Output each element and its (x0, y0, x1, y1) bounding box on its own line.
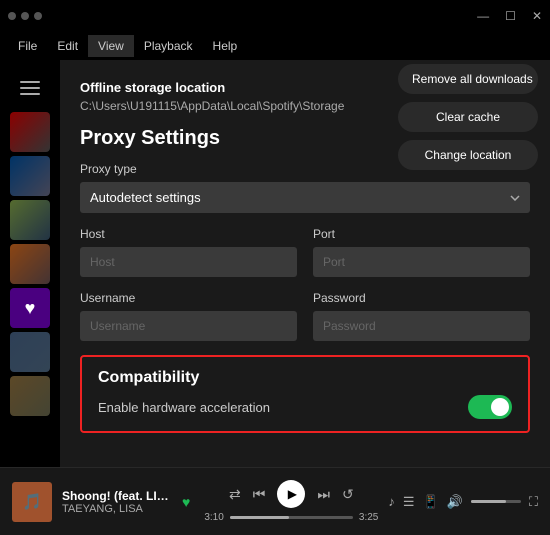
sidebar-album-4[interactable] (10, 244, 50, 284)
sidebar: ♥ (0, 60, 60, 467)
sidebar-album-6[interactable] (10, 376, 50, 416)
progress-bar[interactable] (230, 516, 353, 519)
progress-fill (230, 516, 289, 519)
lyrics-icon[interactable]: ♪ (388, 494, 395, 509)
fullscreen-icon[interactable]: ⛶ (529, 494, 538, 510)
player-title: Shoong! (feat. LISA of Bl... (62, 489, 172, 503)
titlebar-controls: — ☐ ✕ (477, 9, 542, 23)
progress-bar-wrap: 3:10 3:25 (204, 512, 378, 523)
prev-button[interactable]: ⏮ (253, 486, 266, 503)
dot-2 (21, 12, 29, 20)
menu-item-file[interactable]: File (8, 35, 47, 57)
hw-accel-row-label: Enable hardware acceleration (98, 400, 270, 415)
player-controls: ⇄ ⏮ ▶ ⏭ ↺ 3:10 3:25 (204, 480, 378, 523)
sidebar-album-5[interactable] (10, 332, 50, 372)
player-album-art: 🎵 (12, 482, 52, 522)
password-col: Password (313, 291, 530, 341)
toggle-slider (468, 395, 512, 419)
progress-current: 3:10 (204, 512, 223, 523)
minimize-button[interactable]: — (477, 9, 489, 23)
action-buttons: Remove all downloads Clear cache Change … (398, 64, 538, 170)
sidebar-album-2[interactable] (10, 156, 50, 196)
menu-item-view[interactable]: View (88, 35, 134, 57)
username-label: Username (80, 291, 297, 305)
host-input[interactable] (80, 247, 297, 277)
menubar: File Edit View Playback Help (0, 32, 550, 60)
player-artist: TAEYANG, LISA (62, 503, 172, 515)
repeat-button[interactable]: ↺ (342, 486, 354, 503)
sidebar-album-3[interactable] (10, 200, 50, 240)
shuffle-button[interactable]: ⇄ (229, 486, 241, 503)
menu-item-help[interactable]: Help (203, 35, 248, 57)
player-bar: 🎵 Shoong! (feat. LISA of Bl... TAEYANG, … (0, 467, 550, 535)
volume-bar[interactable] (471, 500, 521, 503)
compatibility-section: Compatibility Enable hardware accelerati… (80, 355, 530, 433)
host-col: Host (80, 227, 297, 277)
play-button[interactable]: ▶ (277, 480, 305, 508)
sidebar-liked-songs[interactable]: ♥ (10, 288, 50, 328)
volume-fill (471, 500, 506, 503)
compatibility-title: Compatibility (98, 369, 512, 387)
maximize-button[interactable]: ☐ (505, 9, 516, 23)
play-icon: ▶ (288, 487, 297, 501)
remove-downloads-button[interactable]: Remove all downloads (398, 64, 538, 94)
hw-accel-row: Enable hardware acceleration (98, 395, 512, 419)
port-label: Port (313, 227, 530, 241)
device-icon[interactable]: 📱 (423, 494, 439, 510)
dot-3 (34, 12, 42, 20)
host-label: Host (80, 227, 297, 241)
titlebar: — ☐ ✕ (0, 0, 550, 32)
player-buttons: ⇄ ⏮ ▶ ⏭ ↺ (229, 480, 354, 508)
player-heart-icon[interactable]: ♥ (182, 494, 190, 510)
titlebar-dots (8, 12, 42, 20)
dot-1 (8, 12, 16, 20)
player-info: Shoong! (feat. LISA of Bl... TAEYANG, LI… (62, 489, 172, 515)
main-content: Offline storage location C:\Users\U19111… (60, 60, 550, 467)
username-input[interactable] (80, 311, 297, 341)
host-port-row: Host Port (80, 227, 530, 277)
username-col: Username (80, 291, 297, 341)
user-pass-row: Username Password (80, 291, 530, 341)
close-button[interactable]: ✕ (532, 9, 542, 23)
port-col: Port (313, 227, 530, 277)
volume-icon[interactable]: 🔊 (447, 494, 463, 510)
next-button[interactable]: ⏭ (317, 486, 330, 503)
port-input[interactable] (313, 247, 530, 277)
password-label: Password (313, 291, 530, 305)
password-input[interactable] (313, 311, 530, 341)
change-location-button[interactable]: Change location (398, 140, 538, 170)
player-right-controls: ♪ ☰ 📱 🔊 ⛶ (388, 494, 538, 510)
sidebar-album-1[interactable] (10, 112, 50, 152)
hw-accel-toggle[interactable] (468, 395, 512, 419)
main-layout: ♥ Offline storage (0, 60, 550, 467)
sidebar-nav-icon[interactable] (10, 68, 50, 108)
menu-item-playback[interactable]: Playback (134, 35, 203, 57)
menu-item-edit[interactable]: Edit (47, 35, 88, 57)
queue-icon[interactable]: ☰ (403, 494, 415, 510)
progress-total: 3:25 (359, 512, 378, 523)
proxy-type-select[interactable]: Autodetect settings No proxy HTTP SOCKS4… (80, 182, 530, 213)
clear-cache-button[interactable]: Clear cache (398, 102, 538, 132)
